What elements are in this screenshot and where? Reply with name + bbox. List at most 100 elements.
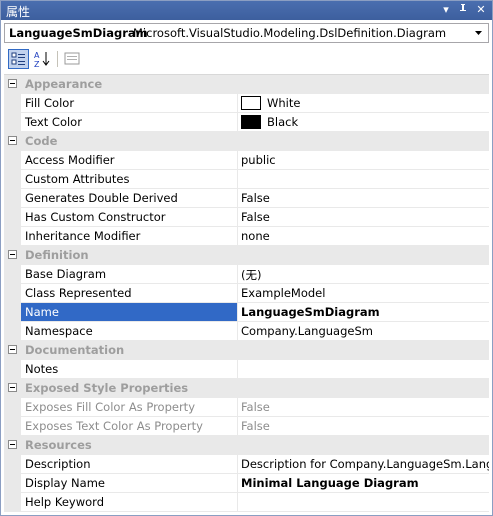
property-value[interactable]: ExampleModel (238, 284, 489, 303)
category-documentation[interactable]: Documentation (4, 341, 489, 360)
row-gutter (4, 322, 21, 341)
property-value[interactable]: public (238, 151, 489, 170)
property-row-display-name[interactable]: Display Name Minimal Language Diagram (4, 474, 489, 493)
window-position-dropdown-icon[interactable]: ▾ (438, 2, 454, 18)
collapse-icon[interactable] (8, 440, 17, 449)
property-value[interactable]: LanguageSmDiagram (238, 303, 489, 322)
property-name: Notes (21, 360, 238, 379)
property-name: Class Represented (21, 284, 238, 303)
category-label: Documentation (25, 343, 125, 357)
color-swatch (241, 96, 261, 110)
row-gutter (4, 455, 21, 474)
property-row-notes[interactable]: Notes (4, 360, 489, 379)
property-row-generates-double-derived[interactable]: Generates Double Derived False (4, 189, 489, 208)
property-row-fill-color[interactable]: Fill Color White (4, 94, 489, 113)
collapse-icon[interactable] (8, 79, 17, 88)
property-pages-icon[interactable] (62, 49, 83, 69)
property-value[interactable]: White (238, 94, 489, 113)
color-value-text: White (267, 96, 301, 110)
row-gutter (4, 94, 21, 113)
collapse-icon[interactable] (8, 136, 17, 145)
row-gutter (4, 170, 21, 189)
object-selector[interactable]: LanguageSmDiagram Microsoft.VisualStudio… (4, 23, 489, 43)
collapse-icon[interactable] (8, 383, 17, 392)
property-name: Inheritance Modifier (21, 227, 238, 246)
category-appearance[interactable]: Appearance (4, 75, 489, 94)
property-row-access-modifier[interactable]: Access Modifier public (4, 151, 489, 170)
property-row-text-color[interactable]: Text Color Black (4, 113, 489, 132)
selected-object-type: Microsoft.VisualStudio.Modeling.DslDefin… (133, 26, 447, 40)
categorized-icon[interactable] (8, 49, 29, 69)
property-value[interactable]: Black (238, 113, 489, 132)
category-definition[interactable]: Definition (4, 246, 489, 265)
category-label: Code (25, 134, 58, 148)
property-value[interactable]: False (238, 189, 489, 208)
row-gutter (4, 474, 21, 493)
row-gutter (4, 493, 21, 512)
property-name: Description (21, 455, 238, 474)
row-gutter (4, 227, 21, 246)
property-row-help-keyword[interactable]: Help Keyword (4, 493, 489, 512)
property-name: Namespace (21, 322, 238, 341)
toolbar: A Z (4, 47, 489, 72)
properties-window: 属性 ▾ ✕ LanguageSmDiagram Microsoft.Visua… (0, 0, 493, 516)
row-gutter (4, 360, 21, 379)
property-row-exposes-fill-color[interactable]: Exposes Fill Color As Property False (4, 398, 489, 417)
property-name: Exposes Fill Color As Property (21, 398, 238, 417)
svg-text:A: A (34, 51, 40, 60)
property-value[interactable]: (无) (238, 265, 489, 284)
selected-object-name: LanguageSmDiagram (9, 26, 148, 40)
property-value[interactable] (238, 170, 489, 189)
alphabetical-icon[interactable]: A Z (32, 49, 53, 69)
property-row-base-diagram[interactable]: Base Diagram (无) (4, 265, 489, 284)
property-row-description[interactable]: Description Description for Company.Lang… (4, 455, 489, 474)
property-value[interactable]: Minimal Language Diagram (238, 474, 489, 493)
property-row-name[interactable]: Name LanguageSmDiagram (4, 303, 489, 322)
property-value[interactable]: Description for Company.LanguageSm.Langu… (238, 455, 489, 474)
property-row-custom-attributes[interactable]: Custom Attributes (4, 170, 489, 189)
property-value[interactable]: none (238, 227, 489, 246)
property-name: Help Keyword (21, 493, 238, 512)
property-grid: Appearance Fill Color White Text Color B… (4, 74, 489, 514)
category-resources[interactable]: Resources (4, 436, 489, 455)
property-value[interactable]: False (238, 398, 489, 417)
property-value[interactable]: Company.LanguageSm (238, 322, 489, 341)
pin-icon[interactable] (455, 2, 471, 18)
property-name: Name (21, 303, 238, 322)
collapse-icon[interactable] (8, 345, 17, 354)
property-row-class-represented[interactable]: Class Represented ExampleModel (4, 284, 489, 303)
property-name: Base Diagram (21, 265, 238, 284)
close-icon[interactable]: ✕ (473, 2, 489, 18)
property-row-has-custom-constructor[interactable]: Has Custom Constructor False (4, 208, 489, 227)
property-row-inheritance-modifier[interactable]: Inheritance Modifier none (4, 227, 489, 246)
property-value[interactable]: False (238, 208, 489, 227)
row-gutter (4, 265, 21, 284)
property-row-namespace[interactable]: Namespace Company.LanguageSm (4, 322, 489, 341)
property-row-exposes-text-color[interactable]: Exposes Text Color As Property False (4, 417, 489, 436)
category-exposed-style-properties[interactable]: Exposed Style Properties (4, 379, 489, 398)
category-label: Appearance (25, 77, 103, 91)
category-label: Exposed Style Properties (25, 381, 189, 395)
property-name: Exposes Text Color As Property (21, 417, 238, 436)
property-name: Custom Attributes (21, 170, 238, 189)
row-gutter (4, 303, 21, 322)
property-name: Generates Double Derived (21, 189, 238, 208)
category-code[interactable]: Code (4, 132, 489, 151)
chevron-down-icon[interactable] (474, 27, 484, 39)
row-gutter (4, 284, 21, 303)
property-name: Text Color (21, 113, 238, 132)
row-gutter (4, 398, 21, 417)
property-value[interactable]: False (238, 417, 489, 436)
title-bar[interactable]: 属性 ▾ ✕ (1, 1, 492, 20)
toolbar-separator (57, 51, 58, 67)
color-swatch (241, 115, 261, 129)
svg-text:Z: Z (34, 60, 40, 69)
property-value[interactable] (238, 493, 489, 512)
property-name: Display Name (21, 474, 238, 493)
color-value-text: Black (267, 115, 299, 129)
row-gutter (4, 113, 21, 132)
window-title: 属性 (6, 5, 31, 19)
collapse-icon[interactable] (8, 250, 17, 259)
property-value[interactable] (238, 360, 489, 379)
row-gutter (4, 151, 21, 170)
